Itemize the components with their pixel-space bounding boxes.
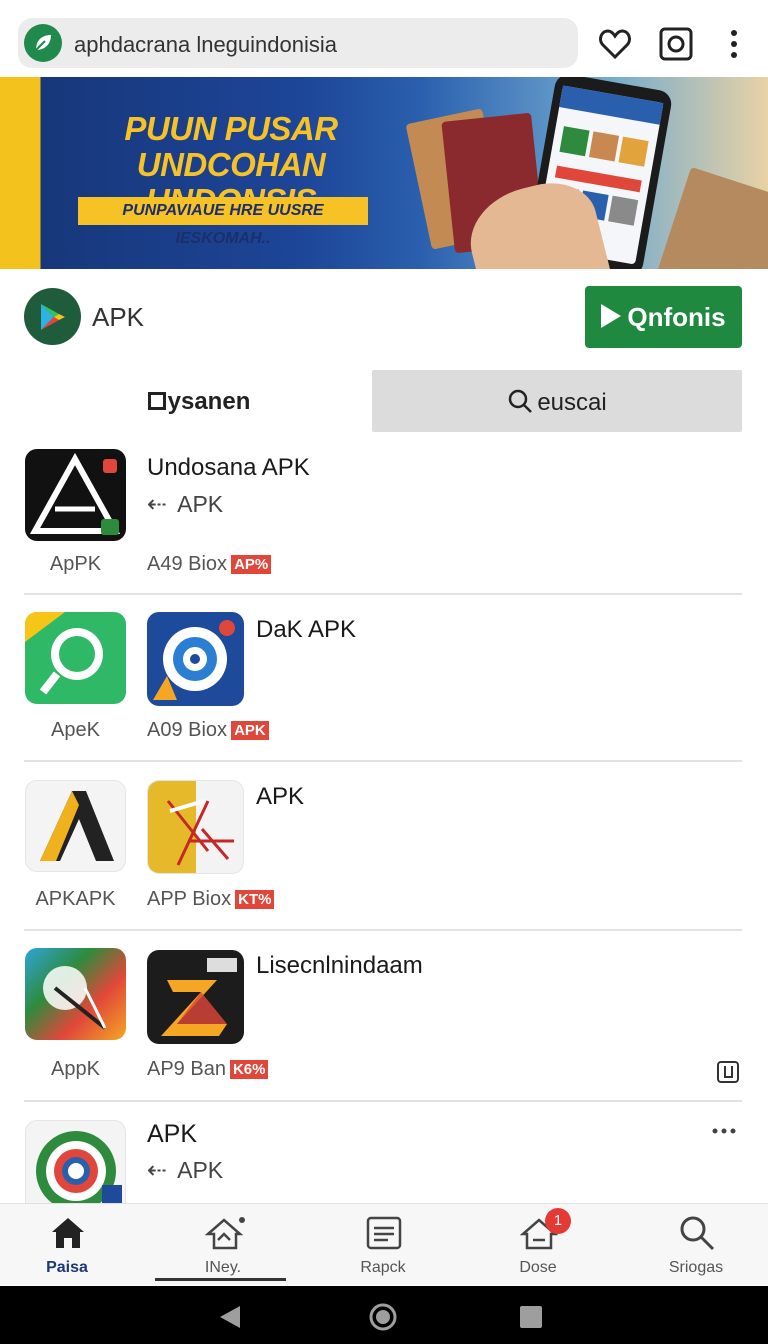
browser-toolbar: aphdacrana lneguindonisia	[0, 12, 768, 76]
home-circle-icon[interactable]	[369, 1303, 397, 1336]
app-icon	[147, 612, 244, 706]
nav-item-paisa[interactable]: Paisa	[0, 1204, 144, 1286]
app-icon	[25, 1120, 126, 1203]
back-triangle-icon[interactable]	[218, 1304, 242, 1335]
back-arrow-icon: ⇠	[147, 491, 168, 518]
nav-item-iney[interactable]: INey.	[146, 1204, 300, 1286]
install-small-icon[interactable]	[716, 1060, 740, 1089]
favorite-heart-icon[interactable]	[597, 26, 633, 62]
site-favicon-icon	[24, 24, 62, 62]
status-bar	[0, 0, 768, 12]
play-store-logo-icon	[24, 288, 81, 345]
url-text: aphdacrana lneguindonisia	[74, 32, 337, 57]
divider	[24, 760, 742, 762]
search-icon	[509, 389, 533, 413]
tag-badge: K6%	[229, 1060, 269, 1079]
nav-item-sriogas[interactable]: Sriogas	[619, 1204, 768, 1286]
more-horiz-icon[interactable]	[711, 1124, 737, 1142]
app-icon	[25, 449, 126, 541]
square-icon	[147, 392, 166, 410]
tag-badge: KT%	[235, 890, 275, 909]
tag-badge: APK	[231, 721, 269, 740]
search-icon	[680, 1216, 715, 1251]
tab-search[interactable]: euscai	[372, 370, 742, 432]
app-icon	[25, 612, 126, 704]
install-button[interactable]: Qnfonis	[585, 286, 742, 348]
app-icon	[25, 780, 126, 872]
nav-item-dose[interactable]: 1 Dose	[461, 1204, 615, 1286]
notebook-image	[654, 166, 768, 269]
divider	[24, 929, 742, 931]
app-icon	[25, 948, 126, 1040]
back-arrow-icon: ⇠	[147, 1157, 168, 1184]
banner-tagline: PUNPAVIAUE HRE UUSRE IESKOMAH..	[78, 197, 368, 247]
divider	[24, 1100, 742, 1102]
home-icon	[52, 1218, 84, 1248]
document-icon	[366, 1216, 402, 1250]
url-field[interactable]: aphdacrana lneguindonisia	[18, 18, 578, 68]
divider	[24, 593, 742, 595]
notification-badge: 1	[545, 1208, 571, 1234]
house-outline-icon	[204, 1217, 245, 1250]
nav-item-rapck[interactable]: Rapck	[306, 1204, 460, 1286]
tabs-square-icon[interactable]	[658, 26, 694, 62]
recents-square-icon[interactable]	[520, 1306, 542, 1333]
play-icon	[601, 304, 622, 328]
app-icon	[147, 950, 244, 1044]
tab-ysanen[interactable]: ysanen	[26, 370, 372, 432]
more-vert-icon[interactable]	[716, 26, 752, 62]
active-indicator	[155, 1278, 286, 1281]
tag-badge: AP%	[231, 555, 272, 574]
app-icon	[147, 780, 244, 874]
promo-banner[interactable]: PUUN PUSAR UNDCOHAN UNDONSIS PUNPAVIAUE …	[0, 77, 768, 269]
system-nav-bar	[0, 1286, 768, 1344]
bottom-nav: Paisa INey. Rapck 1 Dose Sriogas	[0, 1203, 768, 1285]
app-name: APK	[92, 302, 145, 332]
